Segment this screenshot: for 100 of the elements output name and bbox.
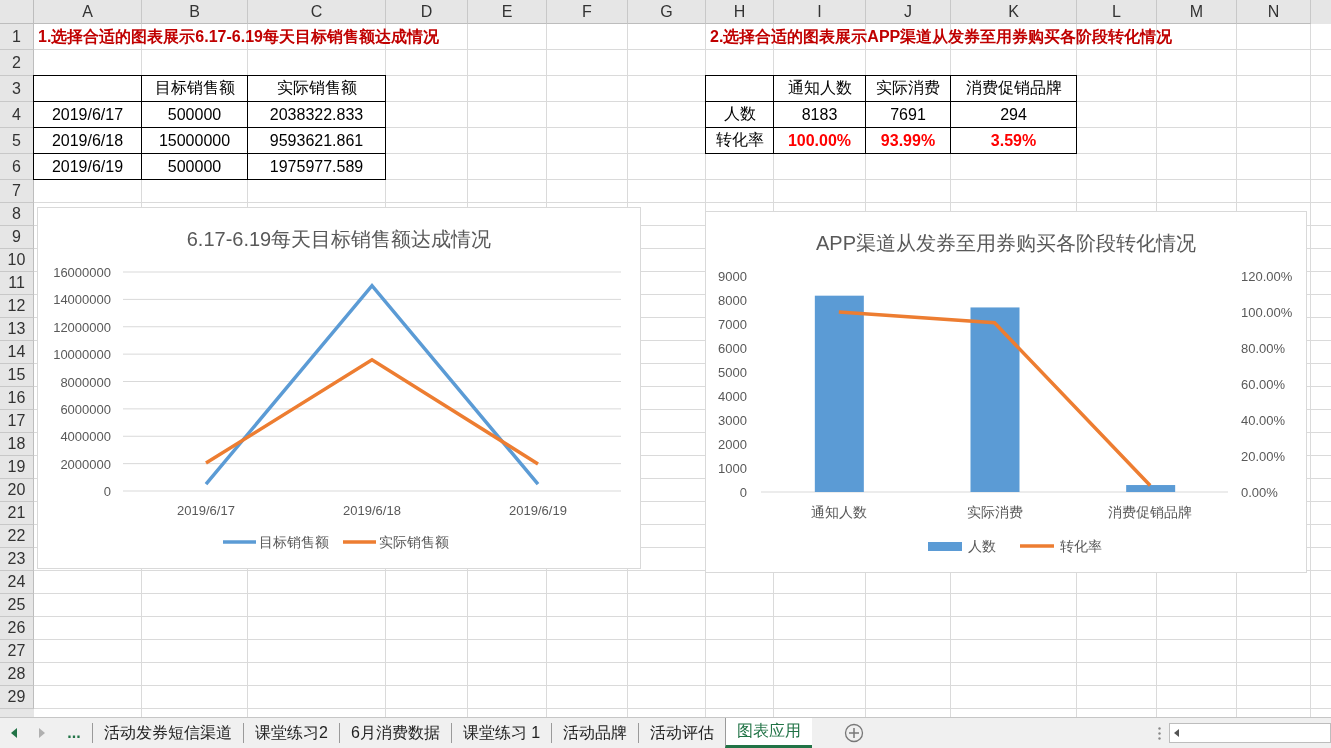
axis-label: 8000 [718,293,747,308]
row-header[interactable]: 17 [0,410,34,433]
axis-label: 16000000 [53,265,111,280]
row-header[interactable]: 16 [0,387,34,410]
axis-label: 4000 [718,389,747,404]
more-tabs-button[interactable]: ... [56,718,92,748]
scroll-left-icon[interactable] [11,728,17,738]
column-header[interactable]: G [628,0,706,24]
axis-label: 2019/6/19 [509,503,567,518]
row-header[interactable]: 25 [0,594,34,617]
table-cell: 3.59% [950,127,1077,154]
horizontal-scrollbar[interactable] [1169,723,1331,743]
legend-swatch [343,540,376,544]
axis-label: 8000000 [60,374,111,390]
table-cell: 1975977.589 [247,153,386,180]
axis-label: 2019/6/17 [177,503,235,518]
legend-swatch [223,540,256,544]
axis-label: 2000 [718,437,747,452]
axis-label: 4000000 [60,429,111,445]
axis-label: 实际消费 [966,504,1023,520]
row-header[interactable]: 14 [0,341,34,364]
column-header[interactable]: H [706,0,774,24]
scroll-right-icon[interactable] [39,728,45,738]
axis-label: 0 [739,485,747,500]
axis-label: 0 [103,484,111,499]
axis-label: 80.00% [1241,341,1286,356]
axis-label: 6000000 [60,401,111,417]
row-header[interactable]: 24 [0,571,34,594]
column-header[interactable]: B [142,0,248,24]
table-cell: 消费促销品牌 [950,75,1077,102]
row-header[interactable]: 2 [0,50,34,76]
sheet-tab[interactable]: 课堂练习2 [243,723,339,743]
row-header[interactable]: 29 [0,686,34,709]
axis-label: 100.00% [1241,305,1293,320]
axis-label: 2019/6/18 [343,503,401,518]
column-header[interactable]: C [248,0,386,24]
axis-label: 14000000 [53,292,111,308]
legend-label: 转化率 [1060,538,1102,554]
row-header[interactable]: 19 [0,456,34,479]
axis-label: 120.00% [1241,269,1293,284]
column-header[interactable]: D [386,0,468,24]
column-header[interactable]: N [1237,0,1311,24]
row-header[interactable]: 11 [0,272,34,295]
sheet-title: 2.选择合适的图表展示APP渠道从发券至用券购买各阶段转化情况 [709,26,1174,47]
axis-label: 3000 [718,413,747,428]
row-header[interactable]: 8 [0,203,34,226]
axis-label: 7000 [718,317,747,332]
chart-title: 6.17-6.19每天目标销售额达成情况 [186,228,492,250]
row-header[interactable]: 1 [0,24,34,50]
row-header[interactable]: 21 [0,502,34,525]
chart-title: APP渠道从发券至用券购买各阶段转化情况 [816,232,1196,254]
row-header[interactable]: 27 [0,640,34,663]
column-header[interactable]: K [951,0,1077,24]
axis-label: 12000000 [53,319,111,335]
sheet-tab[interactable]: 活动品牌 [551,723,639,743]
legend-label: 目标销售额 [259,534,329,550]
axis-label: 10000000 [53,347,111,363]
row-header[interactable]: 7 [0,180,34,203]
row-header[interactable]: 23 [0,548,34,571]
axis-label: 1000 [718,461,747,476]
legend-swatch [928,542,962,551]
axis-label: 40.00% [1241,413,1286,428]
column-header[interactable]: J [866,0,951,24]
row-header[interactable]: 26 [0,617,34,640]
axis-label: 9000 [718,269,747,284]
column-header[interactable]: A [34,0,142,24]
sheet-tab[interactable]: 课堂练习 1 [450,723,552,743]
axis-label: 消费促销品牌 [1108,504,1193,520]
axis-label: 6000 [718,341,747,356]
row-header[interactable]: 12 [0,295,34,318]
row-header[interactable]: 28 [0,663,34,686]
row-header[interactable]: 9 [0,226,34,249]
axis-label: 通知人数 [810,504,867,520]
table-cell: 实际销售额 [247,75,386,102]
axis-label: 2000000 [60,456,111,472]
column-header[interactable]: L [1077,0,1157,24]
column-header[interactable]: M [1157,0,1237,24]
column-header[interactable]: E [468,0,547,24]
axis-label: 5000 [718,365,747,380]
row-header[interactable]: 22 [0,525,34,548]
axis-label: 20.00% [1241,449,1286,464]
row-header[interactable]: 15 [0,364,34,387]
row-header[interactable]: 18 [0,433,34,456]
row-header[interactable]: 20 [0,479,34,502]
table-cell: 2019/6/19 [33,153,142,180]
row-header[interactable]: 13 [0,318,34,341]
chart-area[interactable]: APP渠道从发券至用券购买各阶段转化情况 0 1000 2000 3000 4000 5000 6000 7000 8000 9000 0.00% 20.00% 40.00% 60.00% 80.00% 100.00% 120.00% 通知人数 实际消费 消费促销品牌 人数 转化率 [705,211,1307,573]
column-header[interactable]: I [774,0,866,24]
sheet-tab[interactable]: 6月消费数据 [338,723,451,743]
splitter-icon[interactable] [1158,726,1161,740]
sheet-tab[interactable]: 活动发券短信渠道 [92,723,243,743]
legend-label: 人数 [968,538,996,554]
chart-area[interactable]: 6.17-6.19每天目标销售额达成情况 0 2000000 4000000 6000000 8000000 10000000 12000000 14000000 16000000 2019/6/17 2019/6/18 2019/6/19 目标销售额 实际销售额 [37,207,641,569]
column-header[interactable]: F [547,0,628,24]
add-sheet-icon[interactable] [844,723,865,743]
table-cell [705,75,774,102]
legend-swatch [1020,544,1054,548]
axis-label: 60.00% [1241,377,1286,392]
sheet-tab[interactable]: 图表应用 [725,718,813,748]
row-header[interactable]: 10 [0,249,34,272]
